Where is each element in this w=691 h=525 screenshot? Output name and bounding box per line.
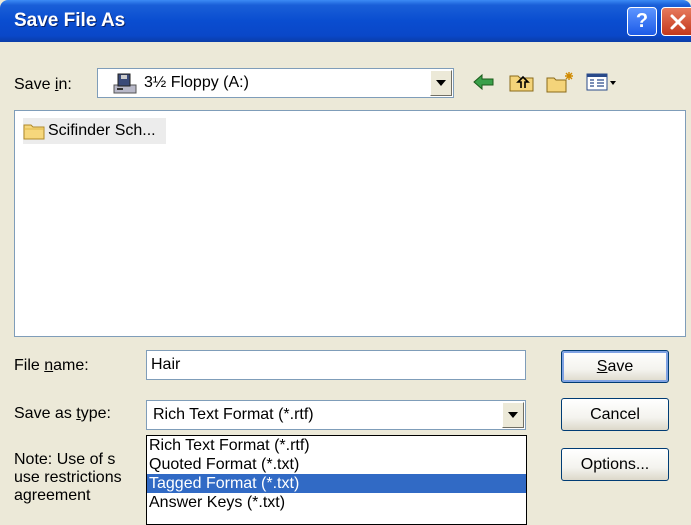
file-name: Scifinder Sch... xyxy=(48,122,156,139)
list-item[interactable]: Scifinder Sch... xyxy=(23,118,166,144)
save-file-dialog: Save File As ? Save in: 3½ Floppy (A:) S… xyxy=(0,0,691,525)
back-arrow-icon[interactable] xyxy=(471,70,497,94)
title-bar[interactable]: Save File As ? xyxy=(0,0,691,42)
up-folder-icon[interactable] xyxy=(508,70,536,94)
help-button[interactable]: ? xyxy=(627,7,657,36)
option-answer-keys[interactable]: Answer Keys (*.txt) xyxy=(147,493,526,512)
options-button[interactable]: Options... xyxy=(561,448,669,481)
save-as-type-dropdown[interactable]: Rich Text Format (*.rtf) xyxy=(146,400,526,430)
option-rich-text-format[interactable]: Rich Text Format (*.rtf) xyxy=(147,436,526,455)
option-quoted-format[interactable]: Quoted Format (*.txt) xyxy=(147,455,526,474)
chevron-down-icon xyxy=(436,80,446,86)
save-in-value: 3½ Floppy (A:) xyxy=(144,74,249,91)
save-as-type-label: Save as type: xyxy=(14,405,111,422)
save-in-label: Save in: xyxy=(14,76,72,93)
view-menu-icon[interactable] xyxy=(585,70,619,94)
new-folder-icon[interactable] xyxy=(545,70,575,94)
file-name-label: File name: xyxy=(14,357,89,374)
option-tagged-format[interactable]: Tagged Format (*.txt) xyxy=(147,474,526,493)
close-icon xyxy=(670,14,686,29)
cancel-button[interactable]: Cancel xyxy=(561,398,669,431)
save-in-dropdown-button[interactable] xyxy=(430,70,452,96)
save-button[interactable]: Save xyxy=(561,350,669,383)
window-title: Save File As xyxy=(14,10,126,31)
floppy-drive-icon xyxy=(113,73,137,94)
folder-icon xyxy=(23,124,45,140)
question-mark-icon: ? xyxy=(635,10,649,32)
save-in-dropdown[interactable]: 3½ Floppy (A:) xyxy=(97,68,454,98)
note-text: Note: Use of s use restrictions agreemen… xyxy=(14,451,122,504)
chevron-down-icon xyxy=(508,412,518,418)
close-button[interactable] xyxy=(661,7,691,36)
file-list[interactable]: Scifinder Sch... xyxy=(14,110,686,337)
save-as-type-value: Rich Text Format (*.rtf) xyxy=(153,406,314,423)
file-name-input[interactable]: Hair xyxy=(146,350,526,380)
file-name-value: Hair xyxy=(151,356,181,373)
save-as-type-dropdown-button[interactable] xyxy=(502,402,524,428)
